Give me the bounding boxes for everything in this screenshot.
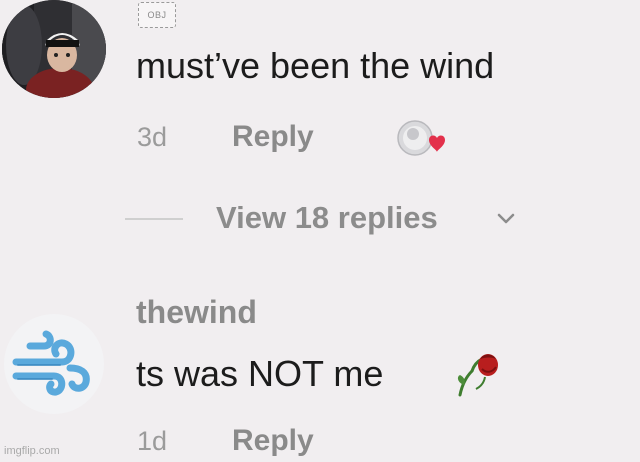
view-replies-button[interactable]: View 18 replies <box>216 200 438 236</box>
watermark: imgflip.com <box>4 445 60 457</box>
wilted-rose-icon <box>452 347 504 399</box>
object-tag: OBJ <box>138 2 176 28</box>
comment-text: must’ve been the wind <box>136 45 495 86</box>
chevron-down-icon[interactable] <box>497 212 515 226</box>
avatar-photo <box>2 0 106 98</box>
creator-liked-heart-icon <box>393 116 453 164</box>
replies-divider <box>125 218 183 220</box>
reply-button[interactable]: Reply <box>232 120 314 154</box>
wind-face-icon[interactable] <box>0 310 108 418</box>
comment-timestamp: 1d <box>137 426 168 456</box>
comment-username[interactable]: thewind <box>136 294 257 331</box>
reply-button[interactable]: Reply <box>232 424 314 458</box>
comment-text: ts was NOT me <box>136 353 384 394</box>
avatar[interactable] <box>2 0 106 98</box>
comment-timestamp: 3d <box>137 122 168 152</box>
